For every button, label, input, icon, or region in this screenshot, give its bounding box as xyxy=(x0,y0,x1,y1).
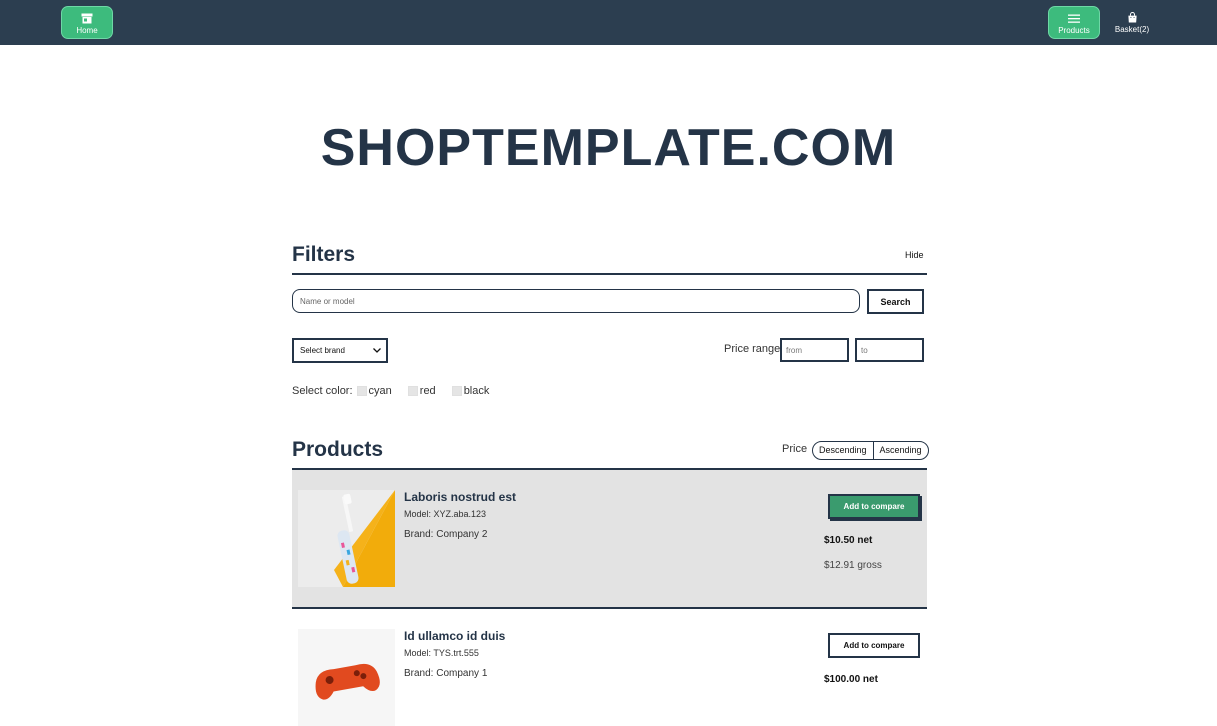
search-input[interactable] xyxy=(292,289,860,313)
checkbox[interactable] xyxy=(407,386,418,396)
price-from-input[interactable] xyxy=(780,338,849,362)
product-brand: Brand: Company 1 xyxy=(404,668,488,679)
menu-icon xyxy=(1068,14,1080,23)
net-price: $100.00 net xyxy=(824,674,878,685)
color-name: cyan xyxy=(368,385,392,397)
price-to-input[interactable] xyxy=(855,338,924,362)
product-card: Laboris nostrud est Model: XYZ.aba.123 B… xyxy=(292,470,927,607)
store-icon xyxy=(81,13,93,24)
product-card: Id ullamco id duis Model: TYS.trt.555 Br… xyxy=(292,609,927,726)
basket-button[interactable]: Basket(2) xyxy=(1106,6,1158,39)
product-model: Model: TYS.trt.555 xyxy=(404,648,479,658)
hide-filters-link[interactable]: Hide xyxy=(905,250,924,260)
sort-label: Price xyxy=(782,443,808,455)
filters-title: Filters xyxy=(292,243,356,266)
filters-divider xyxy=(292,273,927,275)
product-model: Model: XYZ.aba.123 xyxy=(404,509,487,519)
color-name: black xyxy=(463,385,490,397)
products-label: Products xyxy=(1058,26,1090,35)
color-option-red[interactable]: red xyxy=(407,385,436,397)
net-price: $10.50 net xyxy=(824,535,873,546)
sort-descending-button[interactable]: Descending xyxy=(813,442,873,459)
sort-toggle: Descending Ascending xyxy=(812,441,929,460)
top-navbar: Home Products Basket(2) xyxy=(0,0,1217,45)
chevron-down-icon xyxy=(373,348,381,353)
gamepad-image[interactable] xyxy=(298,629,395,726)
color-label: Select color: xyxy=(292,385,353,397)
brand-select[interactable]: Select brand xyxy=(292,338,388,363)
color-name: red xyxy=(419,385,436,397)
site-title: SHOPTEMPLATE.COM xyxy=(320,119,897,177)
price-range-label: Price range xyxy=(724,343,781,355)
sort-ascending-button[interactable]: Ascending xyxy=(872,442,928,459)
products-button[interactable]: Products xyxy=(1048,6,1100,39)
basket-label: Basket(2) xyxy=(1114,25,1150,34)
gamepad-illustration xyxy=(298,629,395,726)
brand-select-value: Select brand xyxy=(300,346,345,355)
product-brand: Brand: Company 2 xyxy=(404,529,488,540)
home-label: Home xyxy=(76,26,98,35)
color-option-black[interactable]: black xyxy=(451,385,490,397)
product-name[interactable]: Id ullamco id duis xyxy=(404,629,505,643)
checkbox[interactable] xyxy=(451,386,462,396)
add-to-compare-button[interactable]: Add to compare xyxy=(828,494,920,519)
gross-price: $12.91 gross xyxy=(824,560,882,571)
products-title: Products xyxy=(292,438,384,461)
toothbrush-image[interactable] xyxy=(298,490,395,587)
shopping-bag-icon xyxy=(1127,12,1137,23)
product-name[interactable]: Laboris nostrud est xyxy=(404,490,516,504)
color-filter: Select color: cyan red black xyxy=(292,385,501,397)
checkbox[interactable] xyxy=(356,386,367,396)
search-button[interactable]: Search xyxy=(867,289,924,314)
toothbrush-illustration xyxy=(298,490,395,587)
home-button[interactable]: Home xyxy=(61,6,113,39)
add-to-compare-button[interactable]: Add to compare xyxy=(828,633,920,658)
color-option-cyan[interactable]: cyan xyxy=(356,385,392,397)
